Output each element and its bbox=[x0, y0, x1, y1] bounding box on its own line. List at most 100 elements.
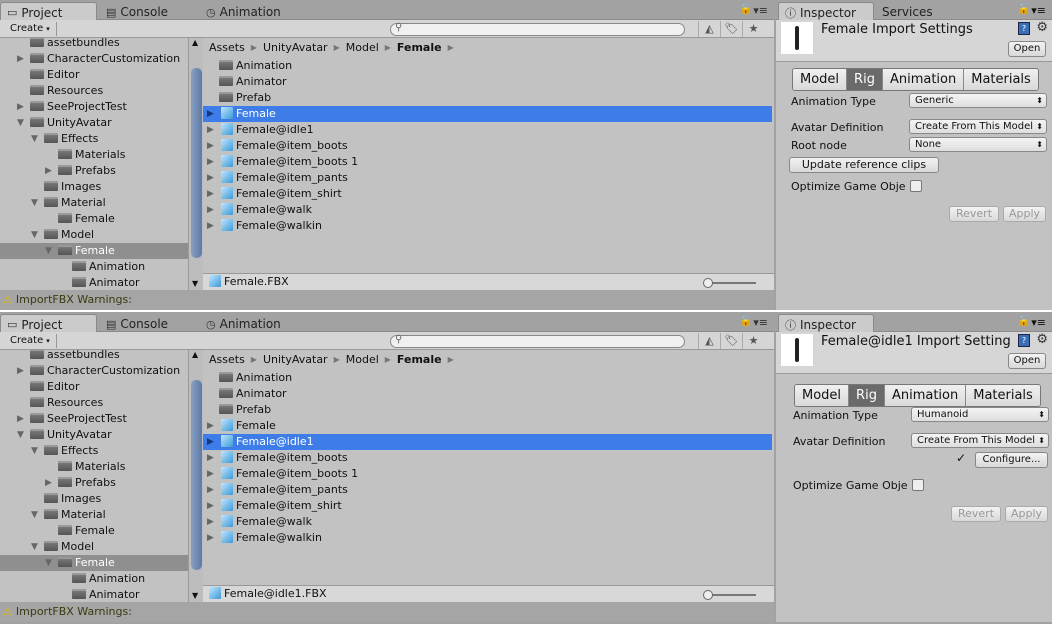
scroll-down-icon[interactable]: ▼ bbox=[192, 591, 198, 600]
collapsed-arrow-icon[interactable]: ▶ bbox=[207, 170, 214, 186]
tree-item[interactable]: Female bbox=[0, 523, 188, 539]
slider-knob[interactable] bbox=[703, 590, 713, 600]
seg-tab-animation[interactable]: Animation bbox=[882, 69, 965, 90]
filter-by-type-icon[interactable]: ◭ bbox=[698, 333, 720, 349]
scroll-down-icon[interactable]: ▼ bbox=[192, 279, 198, 288]
apply-button[interactable]: Apply bbox=[1005, 506, 1048, 522]
expanded-arrow-icon[interactable]: ▼ bbox=[45, 555, 52, 571]
asset-item[interactable]: ▶ Female@walkin bbox=[203, 218, 772, 234]
open-button[interactable]: Open bbox=[1008, 41, 1046, 57]
breadcrumb-item[interactable]: Female bbox=[397, 350, 442, 369]
update-reference-clips-button[interactable]: Update reference clips bbox=[789, 157, 939, 173]
tree-item[interactable]: Editor bbox=[0, 379, 188, 395]
asset-item[interactable]: ▶ Female@item_boots 1 bbox=[203, 154, 772, 170]
tree-item[interactable]: ▶ SeeProjectTest bbox=[0, 99, 188, 115]
breadcrumb-item[interactable]: UnityAvatar bbox=[263, 38, 328, 57]
seg-tab-materials[interactable]: Materials bbox=[964, 69, 1038, 90]
tree-item[interactable]: ▼ UnityAvatar bbox=[0, 115, 188, 131]
asset-item[interactable]: ▶ Female@walkin bbox=[203, 530, 772, 546]
seg-tab-model[interactable]: Model bbox=[793, 69, 848, 90]
filter-by-type-icon[interactable]: ◭ bbox=[698, 21, 720, 37]
help-book-icon[interactable]: ? bbox=[1018, 22, 1030, 35]
scroll-up-icon[interactable]: ▲ bbox=[192, 38, 198, 47]
tree-item[interactable]: assetbundles bbox=[0, 38, 188, 51]
tree-item[interactable]: ▶ Prefabs bbox=[0, 163, 188, 179]
collapsed-arrow-icon[interactable]: ▶ bbox=[17, 411, 24, 427]
lock-icon[interactable]: 🔓 bbox=[1018, 316, 1030, 327]
animation-type-dropdown[interactable]: Generic bbox=[909, 93, 1047, 108]
seg-tab-rig[interactable]: Rig bbox=[847, 69, 883, 90]
menu-icon[interactable]: ▾≡ bbox=[1031, 4, 1046, 17]
gear-icon[interactable]: ⚙ bbox=[1036, 332, 1048, 347]
gear-icon[interactable]: ⚙ bbox=[1036, 20, 1048, 35]
tab-project[interactable]: ▭ Project bbox=[0, 314, 97, 332]
asset-item[interactable]: Animation bbox=[203, 370, 772, 386]
configure-button[interactable]: Configure... bbox=[975, 452, 1048, 468]
seg-tab-model[interactable]: Model bbox=[795, 385, 850, 406]
breadcrumb-item[interactable]: Model bbox=[346, 38, 379, 57]
scroll-up-icon[interactable]: ▲ bbox=[192, 350, 198, 359]
asset-item[interactable]: ▶ Female@item_pants bbox=[203, 170, 772, 186]
menu-icon[interactable]: ▾≡ bbox=[753, 4, 768, 17]
collapsed-arrow-icon[interactable]: ▶ bbox=[207, 514, 214, 530]
collapsed-arrow-icon[interactable]: ▶ bbox=[207, 154, 214, 170]
tab-inspector[interactable]: ⓘ Inspector bbox=[778, 314, 874, 332]
status-bar[interactable]: ⚠ ImportFBX Warnings: bbox=[0, 602, 774, 622]
tree-item[interactable]: ▼ UnityAvatar bbox=[0, 427, 188, 443]
collapsed-arrow-icon[interactable]: ▶ bbox=[207, 218, 214, 234]
collapsed-arrow-icon[interactable]: ▶ bbox=[207, 434, 214, 450]
create-dropdown[interactable]: Create ▾ bbox=[4, 334, 57, 348]
tree-item[interactable]: Materials bbox=[0, 459, 188, 475]
optimize-game-objects-checkbox[interactable] bbox=[910, 180, 922, 192]
lock-icon[interactable]: 🔓 bbox=[740, 4, 752, 15]
asset-item[interactable]: ▶ Female bbox=[203, 418, 772, 434]
status-bar[interactable]: ⚠ ImportFBX Warnings: bbox=[0, 290, 774, 310]
avatar-definition-dropdown[interactable]: Create From This Model bbox=[911, 433, 1049, 448]
collapsed-arrow-icon[interactable]: ▶ bbox=[207, 418, 214, 434]
lock-icon[interactable]: 🔓 bbox=[1018, 4, 1030, 15]
expanded-arrow-icon[interactable]: ▼ bbox=[17, 115, 24, 131]
tree-item[interactable]: ▶ SeeProjectTest bbox=[0, 411, 188, 427]
asset-item[interactable]: ▶ Female@walk bbox=[203, 514, 772, 530]
animation-type-dropdown[interactable]: Humanoid bbox=[911, 407, 1049, 422]
search-input[interactable]: ⚲ bbox=[390, 22, 685, 36]
tab-console[interactable]: ▤ Console bbox=[100, 314, 195, 332]
root-node-dropdown[interactable]: None bbox=[909, 137, 1047, 152]
icon-size-slider[interactable] bbox=[703, 590, 756, 600]
scrollbar-thumb[interactable] bbox=[191, 380, 202, 570]
tab-animation[interactable]: ◷ Animation bbox=[200, 2, 295, 20]
tree-item[interactable]: Images bbox=[0, 179, 188, 195]
open-button[interactable]: Open bbox=[1008, 353, 1046, 369]
asset-item[interactable]: Animation bbox=[203, 58, 772, 74]
collapsed-arrow-icon[interactable]: ▶ bbox=[207, 498, 214, 514]
tab-animation[interactable]: ◷ Animation bbox=[200, 314, 295, 332]
tree-item[interactable]: Animator bbox=[0, 275, 188, 290]
collapsed-arrow-icon[interactable]: ▶ bbox=[45, 163, 52, 179]
expanded-arrow-icon[interactable]: ▼ bbox=[31, 539, 38, 555]
expanded-arrow-icon[interactable]: ▼ bbox=[31, 131, 38, 147]
tab-project[interactable]: ▭ Project bbox=[0, 2, 97, 20]
tree-item[interactable]: ▼ Female bbox=[0, 555, 188, 571]
expanded-arrow-icon[interactable]: ▼ bbox=[31, 227, 38, 243]
collapsed-arrow-icon[interactable]: ▶ bbox=[207, 186, 214, 202]
favorites-icon[interactable]: ★ bbox=[742, 21, 764, 37]
collapsed-arrow-icon[interactable]: ▶ bbox=[207, 138, 214, 154]
tree-item[interactable]: Resources bbox=[0, 83, 188, 99]
tree-item[interactable]: ▼ Material bbox=[0, 195, 188, 211]
asset-item[interactable]: ▶ Female@idle1 bbox=[203, 122, 772, 138]
asset-item[interactable]: Prefab bbox=[203, 402, 772, 418]
tree-item[interactable]: ▼ Effects bbox=[0, 443, 188, 459]
tree-item[interactable]: ▶ Prefabs bbox=[0, 475, 188, 491]
tree-item[interactable]: ▼ Material bbox=[0, 507, 188, 523]
collapsed-arrow-icon[interactable]: ▶ bbox=[207, 122, 214, 138]
tree-item[interactable]: Animator bbox=[0, 587, 188, 602]
seg-tab-animation[interactable]: Animation bbox=[884, 385, 967, 406]
scrollbar-thumb[interactable] bbox=[191, 68, 202, 258]
lock-icon[interactable]: 🔓 bbox=[740, 316, 752, 327]
tree-item[interactable]: ▼ Model bbox=[0, 227, 188, 243]
collapsed-arrow-icon[interactable]: ▶ bbox=[45, 475, 52, 491]
expanded-arrow-icon[interactable]: ▼ bbox=[31, 195, 38, 211]
tab-inspector[interactable]: ⓘ Inspector bbox=[778, 2, 874, 20]
tab-services[interactable]: Services bbox=[876, 2, 972, 20]
asset-item[interactable]: ▶ Female@idle1 bbox=[203, 434, 772, 450]
